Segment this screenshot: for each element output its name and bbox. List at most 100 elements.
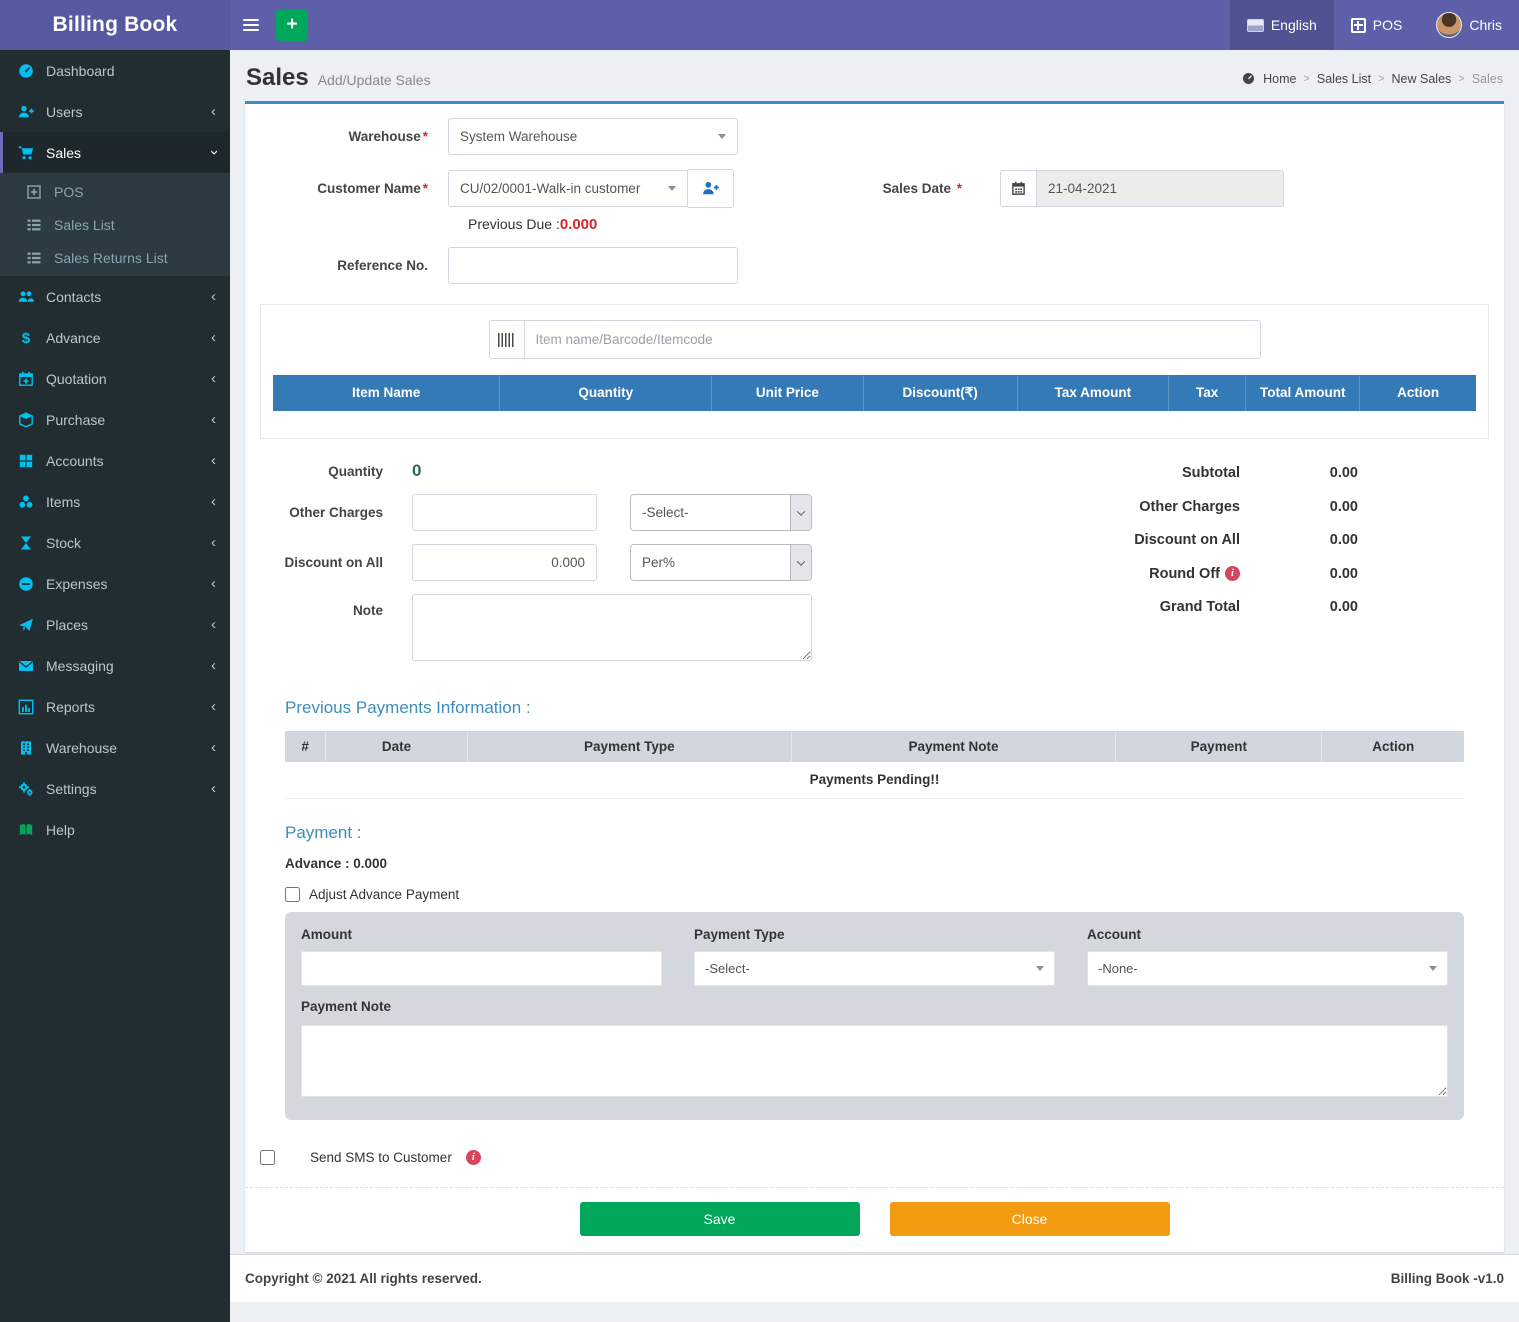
sidebar-item-purchase[interactable]: Purchase‹ xyxy=(0,399,230,440)
items-column-item-name: Item Name xyxy=(273,375,500,411)
save-button[interactable]: Save xyxy=(580,1202,860,1236)
item-search-input[interactable] xyxy=(524,320,1261,359)
payment-type-field-group: Payment Type -Select- xyxy=(694,927,1055,986)
sidebar-item-places[interactable]: Places‹ xyxy=(0,604,230,645)
account-field-group: Account -None- xyxy=(1087,927,1448,986)
send-sms-checkbox[interactable] xyxy=(260,1150,275,1165)
total-value: 0.00 xyxy=(1240,566,1358,582)
payments-column-action: Action xyxy=(1322,731,1463,762)
reference-row: Reference No. xyxy=(260,247,1489,284)
language-menu[interactable]: English xyxy=(1230,0,1334,50)
sidebar-item-quotation[interactable]: Quotation‹ xyxy=(0,358,230,399)
sidebar-item-label: Messaging xyxy=(46,658,211,674)
items-column-unit-price: Unit Price xyxy=(712,375,864,411)
adjust-advance-checkbox[interactable] xyxy=(285,887,300,902)
close-button[interactable]: Close xyxy=(890,1202,1170,1236)
note-textarea[interactable] xyxy=(412,594,812,661)
user-menu[interactable]: Chris xyxy=(1419,0,1519,50)
breadcrumb-item-new-sales[interactable]: New Sales xyxy=(1392,72,1452,86)
pos-button[interactable]: POS xyxy=(1334,0,1420,50)
chevron-left-icon: ‹ xyxy=(211,699,216,714)
app-logo[interactable]: Billing Book xyxy=(0,0,230,50)
total-label: Other Charges xyxy=(1139,499,1240,515)
sales-submenu: POS Sales ListSales Returns List xyxy=(0,173,230,276)
calendar-button[interactable] xyxy=(1000,170,1036,207)
account-select[interactable]: -None- xyxy=(1087,951,1448,986)
breadcrumb-item-sales-list[interactable]: Sales List xyxy=(1317,72,1371,86)
building-icon xyxy=(15,739,37,756)
breadcrumb-item-home[interactable]: Home xyxy=(1263,72,1296,86)
breadcrumb-separator: > xyxy=(1378,73,1384,85)
info-icon[interactable]: i xyxy=(466,1150,481,1165)
sidebar-item-label: Reports xyxy=(46,699,211,715)
other-charges-select[interactable]: -Select- xyxy=(630,494,812,531)
sidebar-item-users[interactable]: Users‹ xyxy=(0,91,230,132)
chevron-left-icon: ‹ xyxy=(211,104,216,119)
breadcrumb: Home>Sales List>New Sales>Sales xyxy=(1242,72,1503,86)
warehouse-select[interactable]: System Warehouse xyxy=(448,118,738,155)
warehouse-select-value: System Warehouse xyxy=(460,129,577,144)
sidebar-menu: DashboardUsers‹Sales‹ POS Sales ListSales … xyxy=(0,50,230,1322)
sidebar-item-label: Contacts xyxy=(46,289,211,305)
total-label: Subtotal xyxy=(1182,465,1240,481)
discount-unit-select[interactable]: Per% xyxy=(630,544,812,581)
sidebar-item-reports[interactable]: Reports‹ xyxy=(0,686,230,727)
payment-section: Payment : Advance : 0.000 Adjust Advance… xyxy=(285,823,1464,1120)
sidebar-item-expenses[interactable]: Expenses‹ xyxy=(0,563,230,604)
topbar-right: English POS Chris xyxy=(1230,0,1519,50)
discount-unit-value: Per% xyxy=(631,555,686,570)
discount-input[interactable] xyxy=(412,544,597,581)
sidebar-item-help[interactable]: Help xyxy=(0,809,230,850)
info-icon[interactable]: i xyxy=(1225,566,1240,581)
sidebar-subitem-sales-returns-list[interactable]: Sales Returns List xyxy=(0,241,230,274)
caret-down-icon xyxy=(1429,966,1437,971)
list-icon xyxy=(23,249,45,266)
sales-date-input[interactable] xyxy=(1036,170,1284,207)
sidebar-subitem-label: POS xyxy=(54,184,84,200)
sidebar-item-messaging[interactable]: Messaging‹ xyxy=(0,645,230,686)
sidebar-item-label: Accounts xyxy=(46,453,211,469)
payment-type-value: -Select- xyxy=(705,961,750,976)
total-value: 0.00 xyxy=(1240,499,1358,515)
chart-bar-icon xyxy=(15,698,37,715)
sidebar-item-contacts[interactable]: Contacts‹ xyxy=(0,276,230,317)
content-header: Sales Add/Update Sales Home>Sales List>N… xyxy=(230,50,1519,101)
payment-panel: Amount Payment Type -Select- Account xyxy=(285,912,1464,1120)
other-charges-input[interactable] xyxy=(412,494,597,531)
svg-text:$: $ xyxy=(22,330,31,346)
items-column-quantity: Quantity xyxy=(500,375,712,411)
amount-input[interactable] xyxy=(301,951,662,986)
chevron-down-icon: ‹ xyxy=(206,150,221,155)
other-charges-select-value: -Select- xyxy=(631,505,700,520)
sidebar-subitem-pos[interactable]: POS xyxy=(0,175,230,208)
sidebar-item-settings[interactable]: Settings‹ xyxy=(0,768,230,809)
payment-type-select[interactable]: -Select- xyxy=(694,951,1055,986)
customer-select[interactable]: CU/02/0001-Walk-in customer xyxy=(448,170,688,207)
sidebar-item-accounts[interactable]: Accounts‹ xyxy=(0,440,230,481)
payments-column-payment-note: Payment Note xyxy=(792,731,1116,762)
sidebar-subitem-sales-list[interactable]: Sales List xyxy=(0,208,230,241)
payments-column-num: # xyxy=(285,731,326,762)
payment-note-textarea[interactable] xyxy=(301,1025,1448,1097)
add-customer-button[interactable] xyxy=(688,169,734,208)
sidebar-item-items[interactable]: Items‹ xyxy=(0,481,230,522)
home-icon xyxy=(1242,72,1257,86)
total-row-subtotal: Subtotal0.00 xyxy=(948,465,1358,481)
book-icon xyxy=(15,821,37,838)
reference-input[interactable] xyxy=(448,247,738,284)
sidebar-item-sales[interactable]: Sales‹ xyxy=(0,132,230,173)
chevron-left-icon: ‹ xyxy=(211,576,216,591)
sidebar-item-label: Warehouse xyxy=(46,740,211,756)
sidebar-item-stock[interactable]: Stock‹ xyxy=(0,522,230,563)
required-marker: * xyxy=(423,129,428,144)
sidebar-item-warehouse[interactable]: Warehouse‹ xyxy=(0,727,230,768)
items-column-action: Action xyxy=(1360,375,1475,411)
sidebar-item-dashboard[interactable]: Dashboard xyxy=(0,50,230,91)
quick-add-button[interactable]: + xyxy=(276,9,308,41)
sidebar-item-label: Places xyxy=(46,617,211,633)
calendar-icon xyxy=(1011,181,1026,196)
sidebar-item-label: Items xyxy=(46,494,211,510)
sidebar-item-advance[interactable]: $Advance‹ xyxy=(0,317,230,358)
sidebar-toggle-button[interactable] xyxy=(230,0,272,50)
items-column-total-amount: Total Amount xyxy=(1246,375,1360,411)
